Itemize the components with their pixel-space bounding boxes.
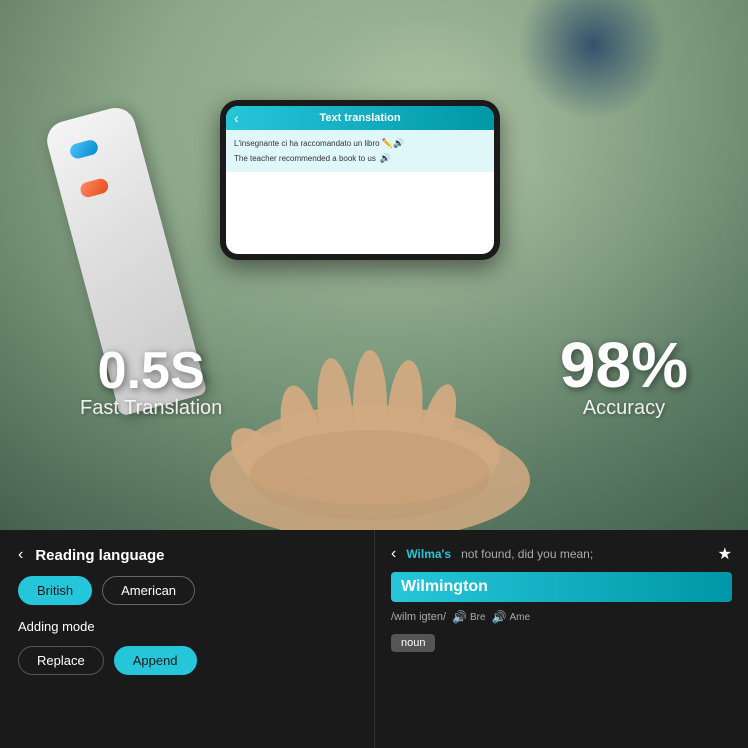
screen-english-text: The teacher recommended a book to us 🔊 bbox=[234, 153, 486, 164]
speaker-icon-english: 🔊 bbox=[380, 153, 391, 164]
pronunciation-row: /wilm igten/ 🔊 Bre 🔊 Ame bbox=[391, 610, 732, 624]
pen-button-blue bbox=[68, 138, 99, 160]
language-options-row: British American bbox=[18, 576, 356, 605]
british-button[interactable]: British bbox=[18, 576, 92, 605]
right-panel-header: ‹ Wilma's not found, did you mean; ★ bbox=[391, 544, 732, 564]
accuracy-stat: 98% Accuracy bbox=[560, 333, 688, 420]
bottom-section: ‹ Reading language British American Addi… bbox=[0, 530, 748, 748]
screen-italian-text: L'insegnante ci ha raccomandato un libro… bbox=[234, 138, 486, 149]
phone-container: ‹ Text translation L'insegnante ci ha ra… bbox=[220, 100, 500, 280]
accuracy-value: 98% bbox=[560, 333, 688, 397]
right-panel: ‹ Wilma's not found, did you mean; ★ Wil… bbox=[374, 530, 748, 748]
american-button[interactable]: American bbox=[102, 576, 195, 605]
speaker-icon-italian: ✏️🔊 bbox=[382, 138, 404, 148]
pos-badge-container: noun bbox=[391, 632, 732, 652]
searched-word: Wilma's bbox=[406, 547, 451, 561]
screen-title: Text translation bbox=[319, 112, 400, 124]
star-icon[interactable]: ★ bbox=[718, 544, 732, 564]
left-panel-back-icon[interactable]: ‹ bbox=[18, 546, 23, 564]
left-panel-header: ‹ Reading language bbox=[18, 546, 356, 564]
word-result: Wilmington bbox=[391, 572, 732, 602]
mode-options-row: Replace Append bbox=[18, 646, 356, 675]
hero-section: ‹ Text translation L'insegnante ci ha ra… bbox=[0, 0, 748, 530]
screen-content: L'insegnante ci ha raccomandato un libro… bbox=[226, 130, 494, 172]
adding-mode-label: Adding mode bbox=[18, 619, 356, 634]
ame-pronunciation-btn[interactable]: 🔊 Ame bbox=[492, 610, 531, 624]
right-panel-back-icon[interactable]: ‹ bbox=[391, 545, 396, 563]
phone-screen: ‹ Text translation L'insegnante ci ha ra… bbox=[226, 106, 494, 254]
phone-body: ‹ Text translation L'insegnante ci ha ra… bbox=[220, 100, 500, 260]
screen-back-icon: ‹ bbox=[234, 110, 239, 126]
right-panel-left: ‹ Wilma's not found, did you mean; bbox=[391, 545, 593, 563]
hand-illustration bbox=[180, 300, 560, 530]
left-panel: ‹ Reading language British American Addi… bbox=[0, 530, 374, 748]
replace-button[interactable]: Replace bbox=[18, 646, 104, 675]
speed-label: Fast Translation bbox=[80, 397, 222, 420]
screen-header: ‹ Text translation bbox=[226, 106, 494, 130]
not-found-text: not found, did you mean; bbox=[461, 547, 593, 561]
speed-stat: 0.5S Fast Translation bbox=[80, 345, 222, 420]
pen-button-orange bbox=[79, 177, 110, 199]
speed-value: 0.5S bbox=[80, 345, 222, 397]
bre-pronunciation-btn[interactable]: 🔊 Bre bbox=[452, 610, 486, 624]
append-button[interactable]: Append bbox=[114, 646, 197, 675]
left-panel-title: Reading language bbox=[35, 547, 164, 564]
pos-badge: noun bbox=[391, 634, 435, 652]
pronunciation-text: /wilm igten/ bbox=[391, 611, 446, 623]
